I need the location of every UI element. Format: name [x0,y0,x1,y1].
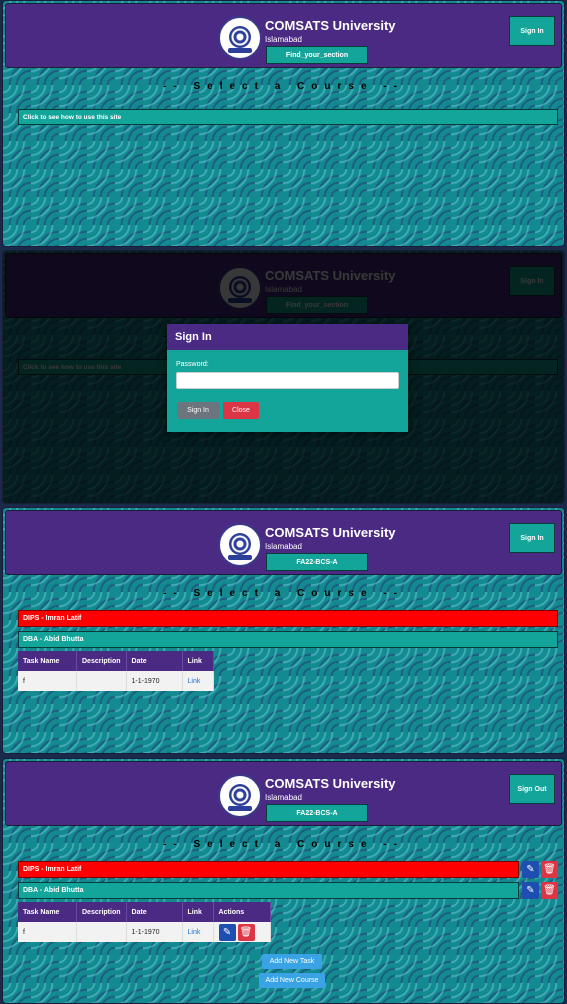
date-cell: 1-1-1970 [126,922,183,942]
university-title: COMSATS University [265,525,396,540]
edit-icon[interactable]: ✎ [522,861,539,878]
header: COMSATS University Islamabad FA22-BCS-A … [5,510,562,575]
sign-out-button[interactable]: Sign Out [509,774,555,804]
desc-cell [76,671,127,691]
table-header: Task Name [18,902,77,922]
modal-signin-button[interactable]: Sign In [177,402,219,419]
course-row[interactable]: DIPS - Imran Latif [18,861,519,878]
task-link[interactable]: Link [182,671,214,691]
university-logo [218,16,262,60]
table-header: Link [182,902,214,922]
signin-modal: Sign In Password: Sign In Close [167,324,408,432]
add-task-button[interactable]: Add New Task [262,954,322,969]
modal-title: Sign In [167,324,408,350]
course-row[interactable]: DBA - Abid Bhutta [18,882,519,899]
course-row[interactable]: DIPS - Imran Latif [18,610,558,627]
trash-icon[interactable]: 🗑 [541,882,558,899]
sign-in-button[interactable]: Sign In [509,523,555,553]
section-button[interactable]: FA22-BCS-A [266,553,368,571]
table-header: Date [126,902,183,922]
screen-signin-modal: COMSATS University Islamabad Find_your_s… [2,250,565,504]
task-cell: f [18,922,77,942]
task-table: Task Name Description Date Link Actions … [18,902,271,942]
password-input[interactable] [176,372,399,389]
table-header: Actions [213,902,271,922]
trash-icon[interactable]: 🗑 [237,923,255,941]
find-section-button[interactable]: Find_your_section [266,46,368,64]
university-logo [218,523,262,567]
university-title: COMSATS University [265,18,396,33]
university-title: COMSATS University [265,776,396,791]
trash-icon[interactable]: 🗑 [541,861,558,878]
edit-icon[interactable]: ✎ [522,882,539,899]
university-subtitle: Islamabad [265,35,302,44]
select-course-title: -- Select a Course -- [163,588,404,599]
screen-home: COMSATS University Islamabad Find_your_s… [2,0,565,247]
select-course-title: -- Select a Course -- [163,81,404,92]
actions-cell: ✎ 🗑 [213,922,271,942]
table-header: Task Name [18,651,77,671]
table-header: Link [182,651,214,671]
header: COMSATS University Islamabad Find_your_s… [5,3,562,68]
desc-cell [76,922,127,942]
university-subtitle: Islamabad [265,793,302,802]
screen-section-selected: COMSATS University Islamabad FA22-BCS-A … [2,507,565,754]
header: COMSATS University Islamabad FA22-BCS-A … [5,761,562,826]
password-label: Password: [176,361,209,368]
table-row: f 1-1-1970 Link [18,671,214,691]
table-header: Description [76,651,127,671]
screen-admin: COMSATS University Islamabad FA22-BCS-A … [2,758,565,1004]
modal-close-button[interactable]: Close [223,402,259,419]
date-cell: 1-1-1970 [126,671,183,691]
edit-icon[interactable]: ✎ [218,923,236,941]
course-actions: ✎ 🗑 [522,882,558,899]
table-header: Date [126,651,183,671]
task-table: Task Name Description Date Link f 1-1-19… [18,651,214,691]
course-row[interactable]: DBA - Abid Bhutta [18,631,558,648]
add-course-button[interactable]: Add New Course [259,973,325,988]
university-logo [218,774,262,818]
table-row: f 1-1-1970 Link ✎ 🗑 [18,922,271,942]
course-actions: ✎ 🗑 [522,861,558,878]
howto-button[interactable]: Click to see how to use this site [18,109,558,125]
task-cell: f [18,671,77,691]
table-header: Description [76,902,127,922]
university-subtitle: Islamabad [265,542,302,551]
task-link[interactable]: Link [182,922,214,942]
section-button[interactable]: FA22-BCS-A [266,804,368,822]
select-course-title: -- Select a Course -- [163,839,404,850]
sign-in-button[interactable]: Sign In [509,16,555,46]
